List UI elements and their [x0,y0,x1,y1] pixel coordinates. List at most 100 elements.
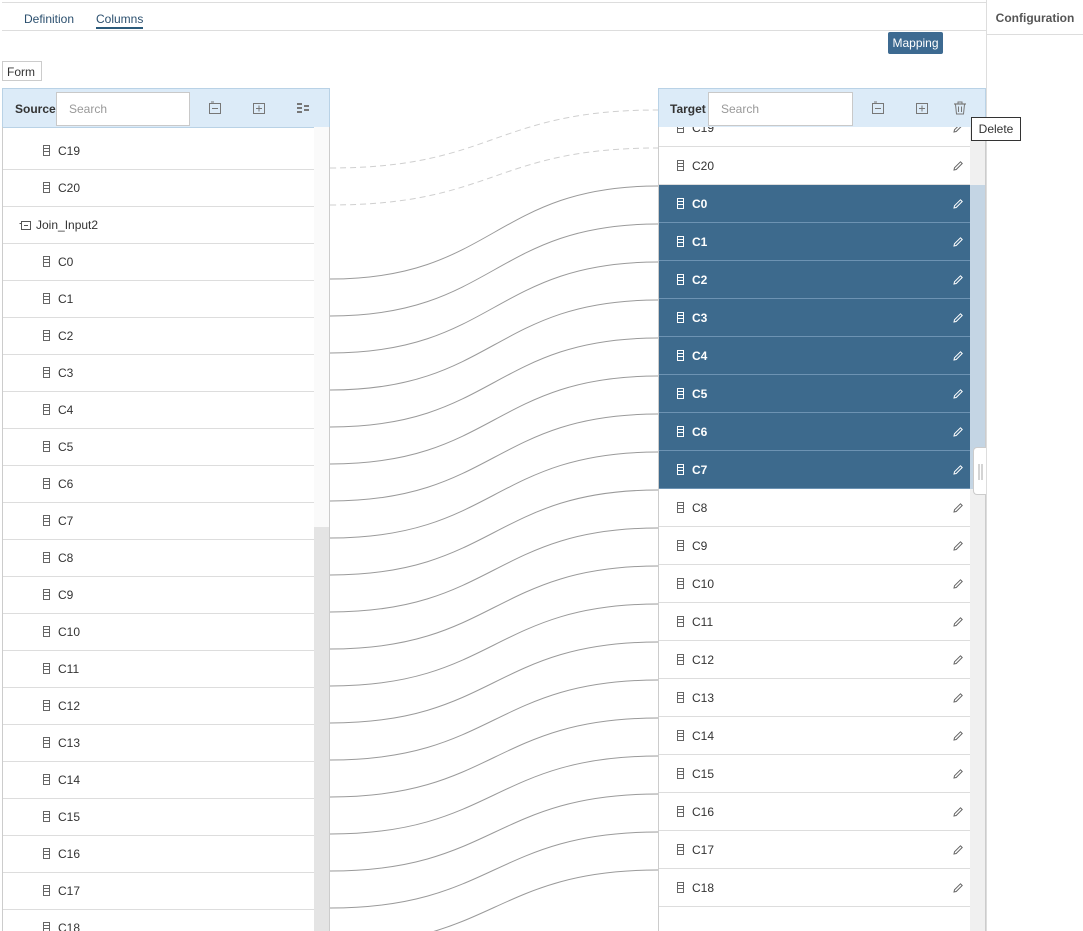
edit-icon[interactable] [952,578,964,590]
target-column-row[interactable]: C20 [659,147,970,185]
target-column-row[interactable]: C1 [659,223,970,261]
edit-icon[interactable] [952,388,964,400]
mapping-link-c0[interactable] [329,185,659,280]
source-column-row[interactable]: C18 [3,910,314,931]
mapping-link-c13[interactable] [329,679,659,761]
edit-icon[interactable] [952,274,964,286]
target-column-row[interactable]: C8 [659,489,970,527]
target-column-row[interactable]: C9 [659,527,970,565]
auto-map-icon[interactable] [296,101,310,115]
target-column-row[interactable]: C13 [659,679,970,717]
source-column-row[interactable]: C2 [3,318,314,355]
source-scrollbar-thumb[interactable] [314,527,329,931]
source-column-row[interactable]: C12 [3,688,314,725]
trash-icon[interactable] [953,101,967,115]
mapping-link-c8[interactable] [329,489,659,576]
source-column-row[interactable]: C17 [3,873,314,910]
target-column-row[interactable]: C0 [659,185,970,223]
source-column-row[interactable]: C4 [3,392,314,429]
target-column-row[interactable]: C16 [659,793,970,831]
target-column-row[interactable]: C11 [659,603,970,641]
target-column-row[interactable]: C4 [659,337,970,375]
mapping-link-c5[interactable] [329,375,659,465]
tab-configuration[interactable]: Configuration [987,3,1083,35]
tab-columns[interactable]: Columns [96,12,144,29]
tab-definition[interactable]: Definition [24,12,74,26]
edit-icon[interactable] [952,540,964,552]
edit-icon[interactable] [952,312,964,324]
target-scrollbar-thumb[interactable] [970,185,985,489]
target-column-row[interactable]: C14 [659,717,970,755]
edit-icon[interactable] [952,882,964,894]
mapping-link-c16[interactable] [329,793,659,872]
edit-icon[interactable] [952,127,964,134]
source-column-row[interactable]: C8 [3,540,314,577]
edit-icon[interactable] [952,768,964,780]
target-column-row[interactable]: C3 [659,299,970,337]
source-column-row[interactable]: C0 [3,244,314,281]
source-column-row[interactable]: C20 [3,170,314,207]
mapping-link-c7[interactable] [329,451,659,539]
mapping-link-c17[interactable] [329,831,659,909]
source-search-input[interactable] [56,92,190,126]
target-column-row[interactable]: C6 [659,413,970,451]
target-column-row[interactable]: C17 [659,831,970,869]
mapping-link-c10[interactable] [329,565,659,650]
source-column-row[interactable]: C1 [3,281,314,318]
resize-handle[interactable] [973,447,986,495]
target-column-row[interactable]: C19 [659,127,970,147]
mapping-link-c1[interactable] [329,223,659,317]
edit-icon[interactable] [952,198,964,210]
target-column-row[interactable]: C2 [659,261,970,299]
edit-icon[interactable] [952,426,964,438]
edit-icon[interactable] [952,654,964,666]
edit-icon[interactable] [952,350,964,362]
mapping-link-c9[interactable] [329,527,659,613]
source-column-row[interactable]: C15 [3,799,314,836]
mapping-link-c11[interactable] [329,603,659,687]
form-button[interactable]: Form [2,61,42,81]
target-search-input[interactable] [708,92,853,126]
mapping-link-c12[interactable] [329,641,659,724]
mapping-link-c18[interactable] [330,869,659,931]
add-column-icon[interactable] [915,101,929,115]
mapping-link-c6[interactable] [329,413,659,502]
target-column-row[interactable]: C12 [659,641,970,679]
source-column-row[interactable]: C6 [3,466,314,503]
target-column-row[interactable]: C18 [659,869,970,907]
edit-icon[interactable] [952,160,964,172]
target-column-row[interactable]: C5 [659,375,970,413]
edit-icon[interactable] [952,464,964,476]
edit-icon[interactable] [952,692,964,704]
edit-icon[interactable] [952,844,964,856]
source-column-row[interactable]: C11 [3,651,314,688]
target-column-list[interactable]: C19 C20 C0 C1 C2 C3 C4 C5 C6 C7 C8 C9 C10 C11 C12 C13 C1… [658,127,986,931]
source-column-row[interactable]: C7 [3,503,314,540]
source-column-row[interactable]: C19 [3,133,314,170]
source-column-row[interactable]: C13 [3,725,314,762]
source-column-row[interactable]: C10 [3,614,314,651]
source-column-row[interactable]: C14 [3,762,314,799]
source-group-row[interactable]: Join_Input2 [3,207,314,244]
mapping-link-c2[interactable] [329,261,659,354]
source-column-list[interactable]: C19 C20 Join_Input2 C0 C1 C2 C3 C4 C5 C6 C7 C8 C9 C10… [2,127,330,931]
mapping-link-c14[interactable] [329,717,659,798]
edit-icon[interactable] [952,806,964,818]
target-column-row[interactable]: C15 [659,755,970,793]
edit-icon[interactable] [952,616,964,628]
source-column-row[interactable]: C9 [3,577,314,614]
mapping-button[interactable]: Mapping [888,32,943,54]
mapping-link-c19[interactable] [329,109,659,169]
mapping-link-c3[interactable] [329,299,659,391]
edit-icon[interactable] [952,236,964,248]
target-column-row[interactable]: C10 [659,565,970,603]
source-column-row[interactable]: C3 [3,355,314,392]
edit-icon[interactable] [952,730,964,742]
mapping-link-c4[interactable] [329,337,659,428]
source-column-row[interactable]: C16 [3,836,314,873]
mapping-link-c20[interactable] [329,147,659,206]
collapse-all-icon[interactable] [208,101,222,115]
edit-icon[interactable] [952,502,964,514]
mapping-link-c15[interactable] [329,755,659,835]
collapse-all-icon[interactable] [871,101,885,115]
